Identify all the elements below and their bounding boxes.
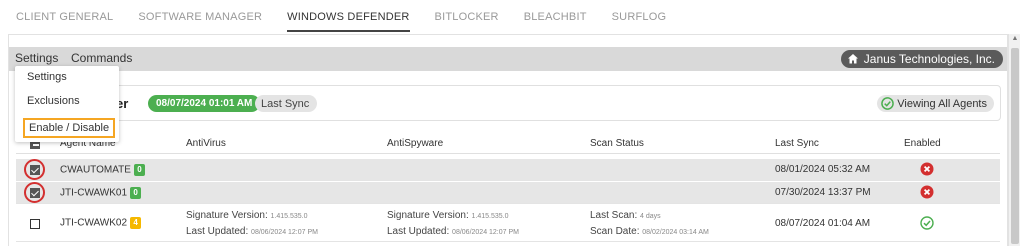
settings-dropdown: Settings Exclusions Enable / Disable	[15, 66, 119, 142]
agent-name: JTI-CWAWK01 0	[60, 187, 142, 199]
row-checkbox[interactable]	[30, 165, 40, 175]
antispyware-updated-value: 08/06/2024 12:07 PM	[452, 229, 519, 236]
vertical-scrollbar[interactable]: ▲	[1008, 34, 1020, 246]
antivirus-signature-label: Signature Version:	[186, 210, 268, 221]
antivirus-updated-value: 08/06/2024 12:07 PM	[251, 229, 318, 236]
scan-date-value: 08/02/2024 03:14 AM	[642, 229, 709, 236]
home-icon	[847, 54, 858, 64]
x-circle-icon	[920, 185, 934, 199]
table-row[interactable]: CWAUTOMATE 0 08/01/2024 05:32 AM	[16, 159, 1000, 181]
scan-status-last: Last Scan: 4 days	[590, 210, 661, 221]
alert-count-badge: 4	[130, 217, 142, 229]
antivirus-updated: Last Updated: 08/06/2024 12:07 PM	[186, 226, 318, 237]
scroll-up-arrow-icon[interactable]: ▲	[1011, 35, 1019, 43]
tab-windows-defender[interactable]: WINDOWS DEFENDER	[287, 0, 410, 34]
tab-client-general[interactable]: CLIENT GENERAL	[16, 0, 113, 34]
antispyware-signature: Signature Version: 1.415.535.0	[387, 210, 508, 221]
company-badge: Janus Technologies, Inc.	[840, 50, 1003, 68]
agent-name-text: JTI-CWAWK01	[60, 187, 128, 199]
agent-name-text: CWAUTOMATE	[60, 164, 131, 176]
sync-summary: er 08/07/2024 01:01 AM Last Sync Viewing…	[17, 85, 1001, 121]
col-antivirus[interactable]: AntiVirus	[186, 138, 226, 149]
scroll-thumb[interactable]	[1011, 48, 1019, 244]
company-name: Janus Technologies, Inc.	[863, 52, 995, 66]
table-row[interactable]: JTI-CWAWK02 4 Signature Version: 1.415.53…	[16, 206, 1000, 242]
menu-item-exclusions[interactable]: Exclusions	[27, 95, 80, 107]
sync-date-badge: 08/07/2024 01:01 AM	[148, 95, 261, 112]
agents-table-header: Agent Name AntiVirus AntiSpyware Scan St…	[16, 134, 1000, 154]
check-circle-icon	[920, 216, 934, 230]
settings-menu[interactable]: Settings	[15, 51, 58, 65]
last-sync-badge: Last Sync	[255, 95, 318, 112]
tab-bitlocker[interactable]: BITLOCKER	[435, 0, 499, 34]
antispyware-signature-label: Signature Version:	[387, 210, 469, 221]
row-checkbox[interactable]	[30, 188, 40, 198]
alert-count-badge: 0	[133, 164, 145, 176]
top-tabs: CLIENT GENERAL SOFTWARE MANAGER WINDOWS …	[0, 0, 1024, 34]
agent-name: CWAUTOMATE 0	[60, 164, 145, 176]
last-sync-cell: 08/01/2024 05:32 AM	[775, 164, 871, 175]
last-scan-value: 4 days	[640, 213, 661, 220]
agent-name-text: JTI-CWAWK02	[60, 217, 128, 229]
agent-name: JTI-CWAWK02 4	[60, 217, 142, 229]
last-sync-cell: 07/30/2024 13:37 PM	[775, 187, 871, 198]
row-checkbox[interactable]	[30, 219, 40, 229]
viewing-agents-badge[interactable]: Viewing All Agents	[877, 95, 994, 112]
scan-status-date: Scan Date: 08/02/2024 03:14 AM	[590, 226, 709, 237]
menu-item-enable-disable[interactable]: Enable / Disable	[23, 118, 116, 138]
tab-software-manager[interactable]: SOFTWARE MANAGER	[138, 0, 262, 34]
command-bar: Settings Commands Janus Technologies, In…	[9, 47, 1007, 71]
scan-date-label: Scan Date:	[590, 226, 640, 237]
table-row[interactable]: JTI-CWAWK01 0 07/30/2024 13:37 PM	[16, 182, 1000, 204]
col-last-sync[interactable]: Last Sync	[775, 138, 819, 149]
antivirus-signature: Signature Version: 1.415.535.0	[186, 210, 307, 221]
viewing-agents-label: Viewing All Agents	[897, 97, 987, 110]
col-antispyware[interactable]: AntiSpyware	[387, 138, 443, 149]
menu-item-settings[interactable]: Settings	[27, 71, 67, 83]
check-circle-icon	[881, 97, 895, 110]
commands-menu[interactable]: Commands	[71, 51, 132, 65]
antivirus-updated-label: Last Updated:	[186, 226, 249, 237]
alert-count-badge: 0	[130, 187, 142, 199]
col-scan-status[interactable]: Scan Status	[590, 138, 644, 149]
antispyware-updated: Last Updated: 08/06/2024 12:07 PM	[387, 226, 519, 237]
x-circle-icon	[920, 162, 934, 176]
antivirus-signature-value: 1.415.535.0	[270, 213, 308, 220]
antispyware-signature-value: 1.415.535.0	[471, 213, 509, 220]
last-sync-cell: 08/07/2024 01:04 AM	[775, 218, 871, 229]
tab-surflog[interactable]: SURFLOG	[612, 0, 667, 34]
last-scan-label: Last Scan:	[590, 210, 638, 221]
tab-bleachbit[interactable]: BLEACHBIT	[524, 0, 587, 34]
col-enabled[interactable]: Enabled	[904, 138, 941, 149]
antispyware-updated-label: Last Updated:	[387, 226, 450, 237]
